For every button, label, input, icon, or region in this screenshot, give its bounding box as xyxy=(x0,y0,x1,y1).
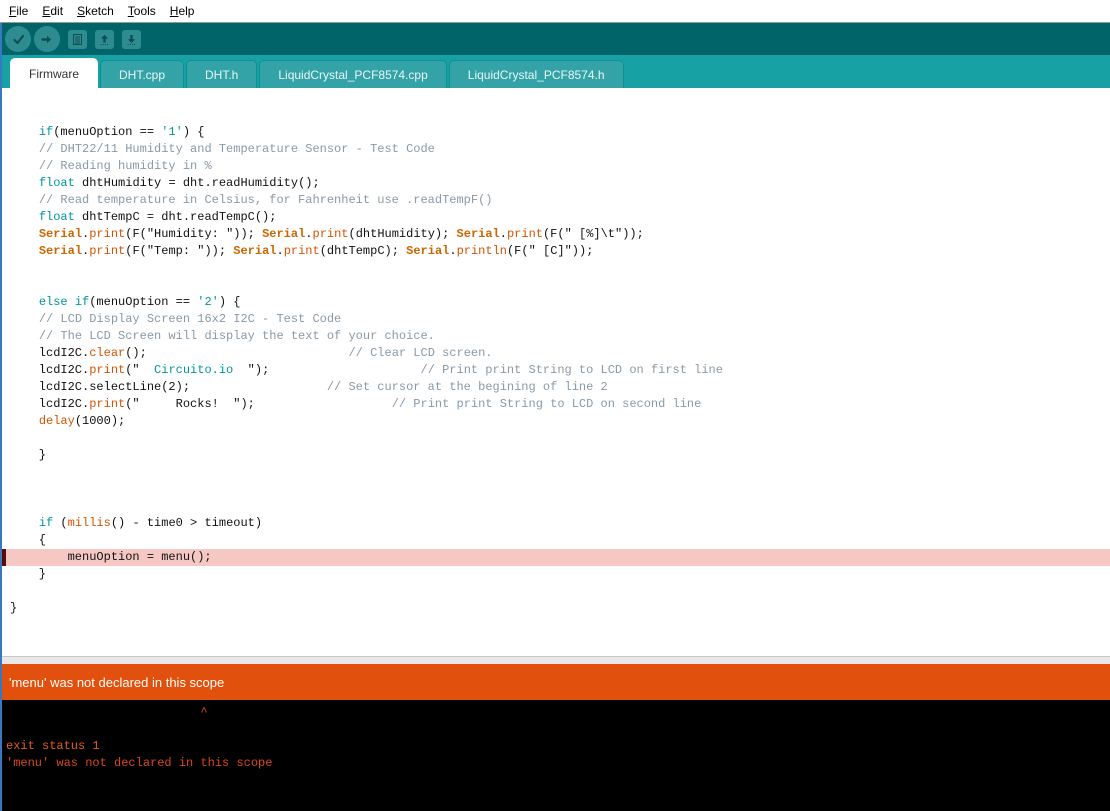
code-line xyxy=(2,260,1110,277)
arrow-up-icon xyxy=(98,33,111,46)
menu-sketch[interactable]: Sketch xyxy=(70,0,121,22)
code-line: delay(1000); xyxy=(2,413,1110,430)
code-line xyxy=(2,498,1110,515)
code-line: // The LCD Screen will display the text … xyxy=(2,328,1110,345)
code-line: lcdI2C.selectLine(2); // Set cursor at t… xyxy=(2,379,1110,396)
code-line xyxy=(2,464,1110,481)
code-line: Serial.print(F("Temp: ")); Serial.print(… xyxy=(2,243,1110,260)
code-line: } xyxy=(2,600,1110,617)
console-output[interactable]: ^ exit status 1'menu' was not declared i… xyxy=(2,700,1110,811)
code-line: // Reading humidity in % xyxy=(2,158,1110,175)
console-line: 'menu' was not declared in this scope xyxy=(6,755,1110,772)
code-line: // Read temperature in Celsius, for Fahr… xyxy=(2,192,1110,209)
error-highlighted-code-line: menuOption = menu(); xyxy=(2,549,1110,566)
code-line: else if(menuOption == '2') { xyxy=(2,294,1110,311)
tab-dht-h[interactable]: DHT.h xyxy=(186,60,257,88)
error-line-marker xyxy=(2,549,6,566)
code-line xyxy=(2,583,1110,600)
code-line: // DHT22/11 Humidity and Temperature Sen… xyxy=(2,141,1110,158)
check-icon xyxy=(11,32,26,47)
tab-firmware[interactable]: Firmware xyxy=(10,58,98,88)
editor-console-divider[interactable] xyxy=(2,656,1110,664)
error-status-bar: 'menu' was not declared in this scope xyxy=(2,664,1110,700)
save-button[interactable] xyxy=(122,30,141,49)
code-line: // LCD Display Screen 16x2 I2C - Test Co… xyxy=(2,311,1110,328)
verify-button[interactable] xyxy=(5,26,31,52)
code-editor[interactable]: if(menuOption == '1') { // DHT22/11 Humi… xyxy=(2,88,1110,656)
code-line: } xyxy=(2,447,1110,464)
menu-bar: FileEditSketchToolsHelp xyxy=(0,0,1110,23)
code-line xyxy=(2,277,1110,294)
console-line: exit status 1 xyxy=(6,738,1110,755)
code-line: if(menuOption == '1') { xyxy=(2,124,1110,141)
tab-bar: FirmwareDHT.cppDHT.hLiquidCrystal_PCF857… xyxy=(2,55,1110,88)
console-line xyxy=(6,721,1110,738)
code-line: } xyxy=(2,566,1110,583)
code-line: Serial.print(F("Humidity: ")); Serial.pr… xyxy=(2,226,1110,243)
code-line: float dhtHumidity = dht.readHumidity(); xyxy=(2,175,1110,192)
tab-liquidcrystal-pcf8574-cpp[interactable]: LiquidCrystal_PCF8574.cpp xyxy=(259,60,446,88)
code-line: lcdI2C.clear(); // Clear LCD screen. xyxy=(2,345,1110,362)
toolbar xyxy=(2,23,1110,55)
arrow-right-icon xyxy=(40,32,55,47)
code-line: { xyxy=(2,532,1110,549)
main-area: FirmwareDHT.cppDHT.hLiquidCrystal_PCF857… xyxy=(0,23,1110,811)
arrow-down-icon xyxy=(125,33,138,46)
menu-edit[interactable]: Edit xyxy=(35,0,70,22)
code-line: float dhtTempC = dht.readTempC(); xyxy=(2,209,1110,226)
code-line xyxy=(2,107,1110,124)
console-line: ^ xyxy=(6,704,1110,721)
open-button[interactable] xyxy=(95,30,114,49)
document-icon xyxy=(71,33,84,46)
upload-button[interactable] xyxy=(34,26,60,52)
menu-help[interactable]: Help xyxy=(163,0,202,22)
code-line xyxy=(2,481,1110,498)
new-sketch-button[interactable] xyxy=(68,30,87,49)
code-line: lcdI2C.print(" Circuito.io "); // Print … xyxy=(2,362,1110,379)
menu-file[interactable]: File xyxy=(2,0,35,22)
code-line: if (millis() - time0 > timeout) xyxy=(2,515,1110,532)
menu-tools[interactable]: Tools xyxy=(121,0,163,22)
error-message: 'menu' was not declared in this scope xyxy=(9,675,224,690)
code-line xyxy=(2,90,1110,107)
tab-dht-cpp[interactable]: DHT.cpp xyxy=(100,60,184,88)
code-line: lcdI2C.print(" Rocks! "); // Print print… xyxy=(2,396,1110,413)
code-line xyxy=(2,430,1110,447)
tab-liquidcrystal-pcf8574-h[interactable]: LiquidCrystal_PCF8574.h xyxy=(449,60,624,88)
